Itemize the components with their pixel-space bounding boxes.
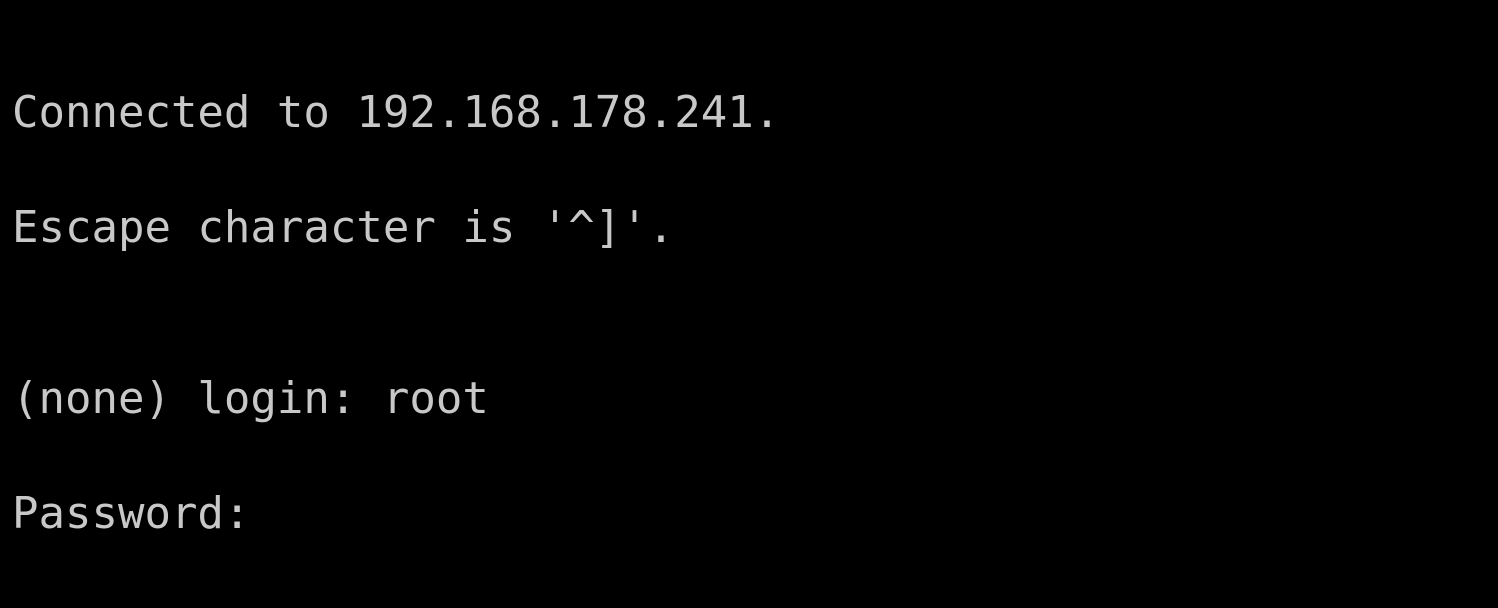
output-connected: Connected to 192.168.178.241. — [12, 84, 1486, 141]
login-prompt: (none) login: — [12, 373, 383, 424]
terminal-window[interactable]: Connected to 192.168.178.241. Escape cha… — [0, 0, 1498, 578]
login-input: root — [383, 373, 489, 424]
output-escape-char: Escape character is '^]'. — [12, 199, 1486, 256]
welcome-banner: Welcome to HiLinux. — [12, 599, 1486, 608]
password-prompt: Password: — [12, 485, 1486, 542]
